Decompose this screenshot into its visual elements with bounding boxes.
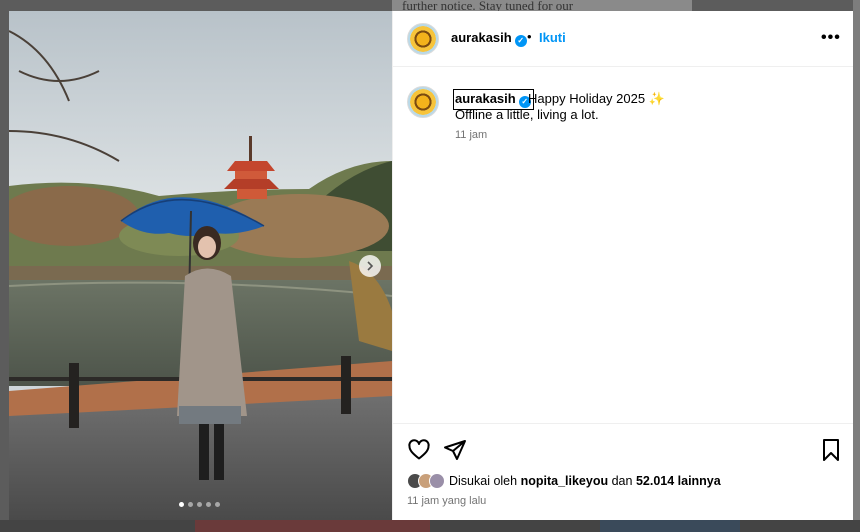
post-photo	[9, 11, 392, 520]
caption-time[interactable]: 11 jam	[455, 129, 487, 141]
background-bottom-edge	[0, 520, 860, 532]
verified-badge-icon: ✓	[514, 35, 527, 47]
bookmark-icon[interactable]	[820, 438, 842, 467]
carousel-dot	[197, 502, 202, 507]
username-text[interactable]: aurakasih	[455, 91, 516, 106]
post-actions: Disukai oleh nopita_likeyou dan 52.014 l…	[393, 423, 853, 520]
likes-count[interactable]: 52.014 lainnya	[636, 474, 721, 488]
more-icon[interactable]: •••	[821, 29, 841, 47]
carousel-dot	[215, 502, 220, 507]
follow-button[interactable]: Ikuti	[539, 30, 566, 45]
carousel-dot	[188, 502, 193, 507]
background-right-edge	[853, 0, 860, 532]
post-time-ago[interactable]: 11 jam yang lalu	[407, 495, 486, 507]
post-header: aurakasih ✓ • Ikuti •••	[393, 11, 853, 67]
likes-middle: dan	[611, 474, 633, 488]
carousel-next-button[interactable]	[359, 255, 381, 277]
carousel-indicator	[179, 502, 220, 507]
caption-text: Happy Holiday 2025 ✨	[528, 91, 665, 106]
post-details-panel: aurakasih ✓ • Ikuti ••• aurakasih ✓ Happy …	[392, 11, 853, 520]
carousel-dot	[206, 502, 211, 507]
chevron-right-icon	[365, 261, 375, 271]
send-icon[interactable]	[443, 438, 467, 467]
photo-scene	[9, 11, 392, 520]
avatar[interactable]	[407, 86, 439, 118]
liker-avatar[interactable]	[429, 473, 445, 489]
carousel-dot	[179, 502, 184, 507]
likes-prefix: Disukai oleh	[449, 474, 518, 488]
post-modal: aurakasih ✓ • Ikuti ••• aurakasih ✓ Happy …	[9, 11, 853, 520]
caption-line2: Offline a little, living a lot.	[455, 107, 599, 122]
username-text[interactable]: aurakasih	[451, 30, 512, 45]
header-username[interactable]: aurakasih ✓	[451, 30, 527, 47]
heart-icon[interactable]	[407, 438, 431, 467]
liker-username[interactable]: nopita_likeyou	[521, 474, 609, 488]
header-separator: •	[527, 29, 532, 44]
likes-summary: Disukai oleh nopita_likeyou dan 52.014 l…	[407, 473, 721, 489]
avatar[interactable]	[407, 23, 439, 55]
